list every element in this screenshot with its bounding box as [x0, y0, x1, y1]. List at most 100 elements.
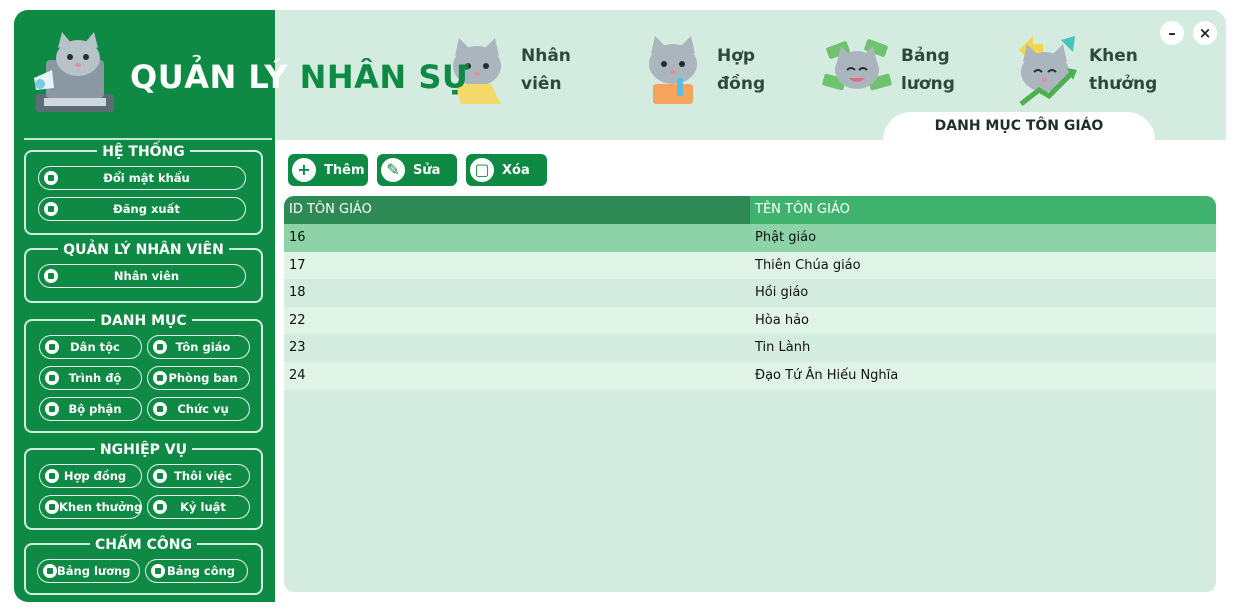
nav-employee-label-2: viên	[521, 74, 562, 94]
column-header-id[interactable]: ID TÔN GIÁO	[284, 196, 750, 224]
group-he-thong: HỆ THỐNG Đổi mật khẩu Đăng xuất	[24, 144, 263, 235]
group-title-he-thong: HỆ THỐNG	[97, 144, 190, 160]
plus-icon: +	[292, 158, 316, 182]
add-label: Thêm	[324, 162, 365, 178]
change-password-button[interactable]: Đổi mật khẩu	[38, 166, 246, 190]
employee-button[interactable]: Nhân viên	[38, 264, 246, 288]
cell-id: 22	[289, 312, 306, 328]
discipline-button[interactable]: Kỷ luật	[147, 495, 250, 519]
edit-label: Sửa	[413, 162, 441, 178]
discipline-label: Kỷ luật	[180, 500, 226, 514]
lock-icon	[44, 171, 58, 185]
cell-name: Hồi giáo	[755, 285, 809, 301]
resignation-icon	[153, 469, 167, 483]
education-level-button[interactable]: Trình độ	[39, 366, 142, 390]
group-nghiep-vu: NGHIỆP VỤ Hợp đồng Thôi việc Khen thưởng…	[24, 442, 263, 530]
position-button[interactable]: Chức vụ	[147, 397, 250, 421]
column-header-name[interactable]: TÊN TÔN GIÁO	[750, 196, 1216, 224]
employee-label: Nhân viên	[113, 269, 180, 283]
resignation-label: Thôi việc	[174, 469, 232, 483]
education-icon	[45, 371, 59, 385]
position-label: Chức vụ	[177, 402, 229, 416]
sidebar: HỆ THỐNG Đổi mật khẩu Đăng xuất QUẢN LÝ …	[14, 10, 275, 602]
reward-label: Khen thưởng	[59, 500, 143, 514]
delete-label: Xóa	[502, 162, 530, 178]
change-password-label: Đổi mật khẩu	[103, 171, 190, 185]
reward-button[interactable]: Khen thưởng	[39, 495, 142, 519]
cell-name: Đạo Tứ Ân Hiếu Nghĩa	[755, 368, 899, 383]
add-button[interactable]: + Thêm	[288, 154, 368, 186]
department-label: Phòng ban	[168, 371, 238, 385]
close-button[interactable]: ×	[1193, 21, 1217, 45]
app-title-part1: QUẢN LÝ	[130, 58, 300, 96]
table-row[interactable]: 23 Tin Lành	[284, 334, 1216, 362]
cell-id: 23	[289, 340, 306, 356]
contract-button[interactable]: Hợp đồng	[39, 464, 142, 488]
department-button[interactable]: Phòng ban	[147, 366, 250, 390]
timesheet-button[interactable]: Bảng công	[145, 559, 248, 583]
cell-id: 16	[289, 230, 306, 245]
ethnicity-button[interactable]: Dân tộc	[39, 335, 142, 359]
table-row[interactable]: 22 Hòa hảo	[284, 306, 1216, 335]
resignation-button[interactable]: Thôi việc	[147, 464, 250, 488]
main-window: HỆ THỐNG Đổi mật khẩu Đăng xuất QUẢN LÝ …	[14, 10, 1226, 602]
payroll-button[interactable]: Bảng lương	[37, 559, 140, 583]
religion-icon	[153, 340, 167, 354]
reward-icon	[45, 500, 59, 514]
ethnicity-icon	[45, 340, 59, 354]
nav-payroll[interactable]: Bảng lương	[821, 28, 971, 112]
minimize-button[interactable]: –	[1160, 21, 1184, 45]
logout-icon	[44, 202, 58, 216]
group-title-cham-cong: CHẤM CÔNG	[89, 537, 197, 553]
table-row[interactable]: 24 Đạo Tứ Ân Hiếu Nghĩa	[284, 362, 1216, 390]
education-level-label: Trình độ	[68, 371, 122, 385]
contract-label: Hợp đồng	[63, 469, 127, 483]
logout-label: Đăng xuất	[113, 202, 180, 216]
nav-reward[interactable]: Khen thưởng	[1009, 28, 1159, 112]
division-label: Bộ phận	[68, 402, 122, 416]
nav-employee-label-1: Nhân	[521, 46, 571, 66]
nav-contract[interactable]: Hợp đồng	[637, 28, 787, 112]
user-icon	[44, 269, 58, 283]
cell-id: 18	[289, 285, 306, 301]
contract-icon	[45, 469, 59, 483]
trash-icon: ▢	[470, 158, 494, 182]
division-button[interactable]: Bộ phận	[39, 397, 142, 421]
cat-contract-icon	[649, 36, 697, 104]
close-icon: ×	[1198, 24, 1212, 42]
delete-button[interactable]: ▢ Xóa	[466, 154, 547, 186]
department-icon	[153, 371, 167, 385]
cat-reward-icon	[1019, 36, 1077, 106]
nav-payroll-label-2: lương	[901, 74, 955, 94]
group-title-quan-ly-nhan-vien: QUẢN LÝ NHÂN VIÊN	[58, 242, 229, 258]
minimize-icon: –	[1168, 24, 1176, 42]
nav-reward-label-1: Khen	[1089, 46, 1138, 66]
table-row[interactable]: 18 Hồi giáo	[284, 279, 1216, 307]
group-title-nghiep-vu: NGHIỆP VỤ	[94, 442, 193, 458]
cell-name: Phật giáo	[755, 230, 817, 245]
group-quan-ly-nhan-vien: QUẢN LÝ NHÂN VIÊN Nhân viên	[24, 242, 263, 303]
discipline-icon	[153, 500, 167, 514]
table-row[interactable]: 17 Thiên Chúa giáo	[284, 251, 1216, 280]
payroll-label: Bảng lương	[57, 564, 131, 578]
app-title-part2: NHÂN SỰ	[299, 58, 470, 96]
payroll-icon	[43, 564, 57, 578]
timesheet-label: Bảng công	[166, 564, 236, 578]
religion-label: Tôn giáo	[175, 340, 231, 354]
religion-table: ID TÔN GIÁO TÊN TÔN GIÁO 16 Phật giáo 17 Th…	[284, 196, 1216, 592]
table-row[interactable]: 16 Phật giáo	[284, 224, 1216, 252]
nav-payroll-label-1: Bảng	[901, 46, 950, 66]
position-icon	[153, 402, 167, 416]
nav-reward-label-2: thưởng	[1089, 74, 1158, 94]
group-cham-cong: CHẤM CÔNG Bảng lương Bảng công	[24, 537, 263, 595]
edit-button[interactable]: ✎ Sửa	[377, 154, 457, 186]
cell-id: 17	[289, 257, 306, 273]
nav-contract-label-1: Hợp	[717, 46, 756, 66]
group-danh-muc: DANH MỤC Dân tộc Tôn giáo Trình độ Phòng…	[24, 313, 263, 433]
cell-name: Tin Lành	[755, 340, 811, 356]
pencil-icon: ✎	[381, 158, 405, 182]
main-content: + Thêm ✎ Sửa ▢ Xóa ID TÔN GIÁO TÊN TÔN G…	[275, 140, 1226, 602]
religion-button[interactable]: Tôn giáo	[147, 335, 250, 359]
logout-button[interactable]: Đăng xuất	[38, 197, 246, 221]
cell-id: 24	[289, 368, 306, 383]
